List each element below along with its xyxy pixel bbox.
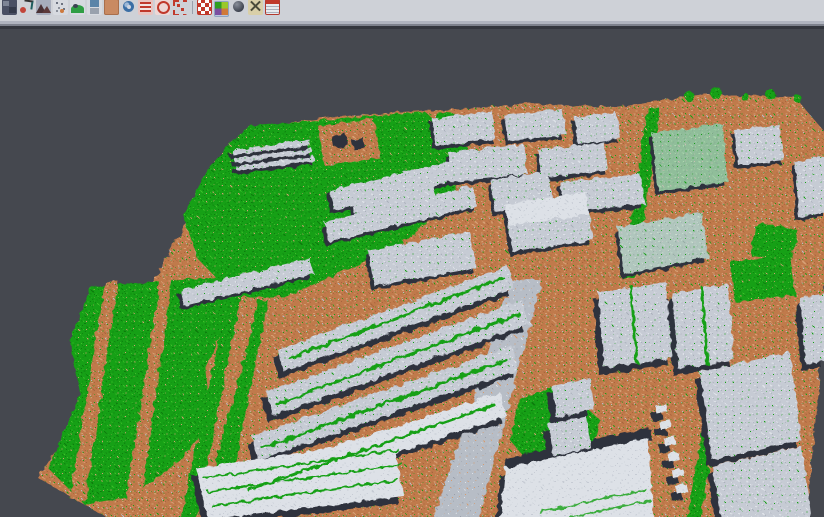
profile-flag-icon[interactable] [87,0,102,15]
preview-thumbnail-icon[interactable] [2,0,17,15]
table-icon[interactable] [265,0,280,15]
red-list-icon[interactable] [138,0,153,15]
extent-selection-icon[interactable] [172,0,187,15]
registration-icon[interactable] [19,0,34,15]
point-cloud-render [0,29,824,517]
orange-swatch-icon[interactable] [104,0,119,15]
checkerboard-icon[interactable] [197,0,212,15]
circle-selection-icon[interactable] [155,0,170,15]
mossy-roof-overlay [652,124,728,191]
main-toolbar [0,0,824,21]
scatter-points-icon[interactable] [53,0,68,15]
classification-palette-icon[interactable] [214,1,229,17]
sphere-icon[interactable] [231,0,246,15]
toolbar-separator [192,1,193,14]
mountains-icon[interactable] [36,0,51,15]
point-cloud-scene [38,87,824,517]
3d-viewport[interactable] [0,29,824,517]
application-window [0,0,824,517]
toolbar-bottom-edge [0,21,824,29]
terrain-icon[interactable] [70,0,85,15]
globe-icon[interactable] [121,0,136,15]
cross-marks-icon[interactable] [248,0,263,15]
